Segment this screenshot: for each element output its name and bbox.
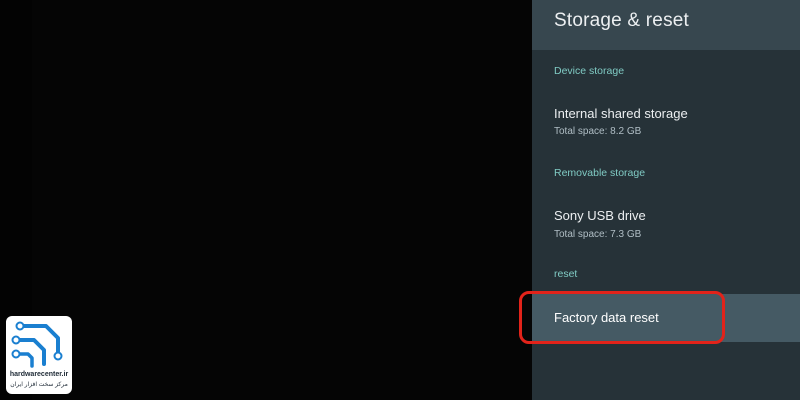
tv-screen: Storage & reset Device storage Internal …	[0, 0, 800, 400]
panel-header: Storage & reset	[532, 0, 800, 50]
usb-drive-total-space: Total space: 7.3 GB	[554, 229, 642, 240]
highlight-annotation-box	[519, 291, 725, 344]
watermark-logo: hardwarecenter.ir مرکز سخت افزار ایران	[6, 316, 72, 394]
section-label-device-storage: Device storage	[554, 65, 625, 77]
section-label-removable-storage: Removable storage	[554, 167, 646, 179]
background-area	[32, 0, 532, 400]
section-label-reset: reset	[554, 268, 578, 280]
usb-drive-title: Sony USB drive	[554, 208, 646, 223]
internal-storage-title: Internal shared storage	[554, 106, 688, 121]
circuit-logo-icon	[11, 321, 63, 368]
page-title: Storage & reset	[554, 10, 690, 31]
logo-tagline: مرکز سخت افزار ایران	[10, 382, 68, 388]
internal-storage-total-space: Total space: 8.2 GB	[554, 126, 642, 137]
logo-site-name: hardwarecenter.ir	[9, 371, 69, 378]
